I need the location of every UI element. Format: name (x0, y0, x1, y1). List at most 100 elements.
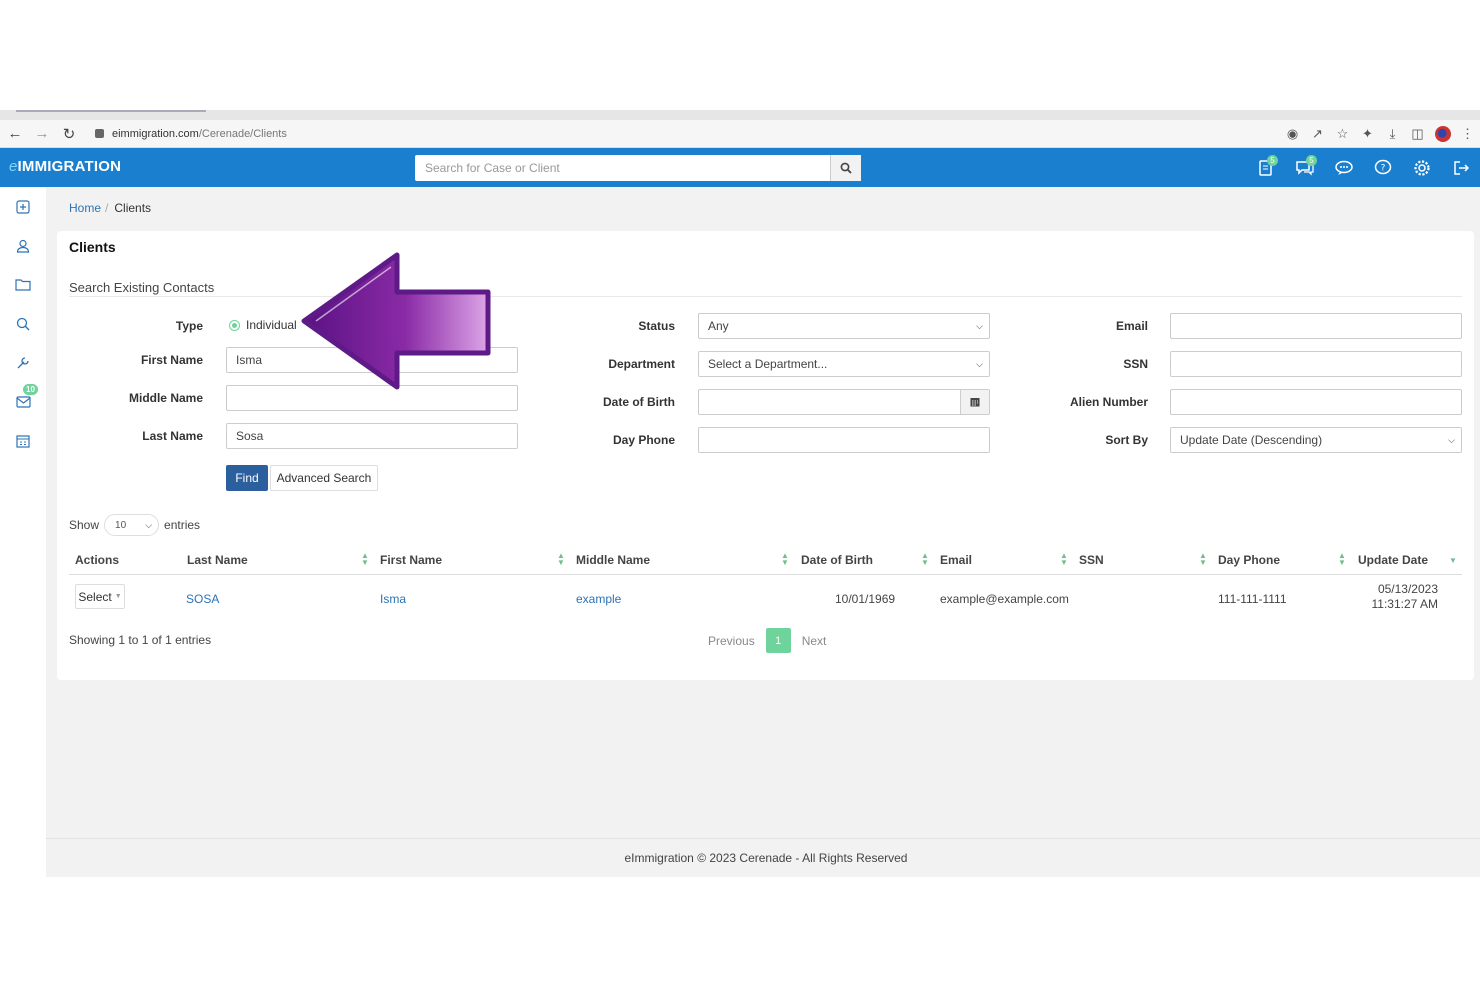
extensions-icon[interactable]: ✦ (1355, 122, 1380, 146)
profile-avatar[interactable] (1430, 122, 1455, 146)
share-icon[interactable]: ↗ (1305, 122, 1330, 146)
chevron-down-icon: ⌵ (1448, 434, 1455, 445)
calendar-icon[interactable] (0, 421, 46, 460)
advanced-search-button[interactable]: Advanced Search (270, 465, 378, 491)
row-first-name-link[interactable]: Isma (380, 592, 406, 606)
chevron-down-icon: ⌵ (976, 320, 983, 331)
sort-icon[interactable]: ▲ ▼ (781, 552, 789, 567)
sort-icon[interactable]: ▲ ▼ (1199, 552, 1207, 567)
chevron-down-icon: ⌵ (976, 358, 983, 369)
col-date-of-birth[interactable]: Date of Birth (801, 553, 873, 567)
breadcrumb-home[interactable]: Home (69, 201, 101, 215)
col-first-name[interactable]: First Name (380, 553, 442, 567)
type-individual-label: Individual (246, 318, 297, 332)
folder-icon[interactable] (0, 265, 46, 304)
alien-number-field[interactable] (1170, 389, 1462, 415)
forward-icon[interactable]: → (30, 122, 54, 146)
last-name-label: Last Name (142, 429, 203, 443)
ssn-field[interactable] (1170, 351, 1462, 377)
col-day-phone[interactable]: Day Phone (1218, 553, 1280, 567)
help-icon[interactable]: ? (1363, 148, 1402, 187)
search-input[interactable] (415, 155, 830, 181)
row-day-phone: 111-111-1111 (1218, 592, 1287, 606)
download-icon[interactable]: ⤓ (1380, 122, 1405, 146)
sort-desc-icon[interactable]: ▼ (1449, 557, 1457, 565)
alien-number-label: Alien Number (1069, 395, 1148, 409)
clients-card: Clients Search Existing Contacts Type In… (57, 231, 1474, 680)
section-divider (69, 296, 1462, 297)
sort-by-select[interactable]: Update Date (Descending) ⌵ (1170, 427, 1462, 453)
sms-icon[interactable] (1324, 148, 1363, 187)
url-host: eimmigration.com (112, 127, 199, 140)
sort-icon[interactable]: ▲ ▼ (1060, 552, 1068, 567)
status-select[interactable]: Any ⌵ (698, 313, 990, 339)
logout-icon[interactable] (1441, 148, 1480, 187)
row-update-date: 05/13/2023 11:31:27 AM (1371, 582, 1439, 611)
find-button[interactable]: Find (226, 465, 268, 491)
calendar-icon (970, 398, 980, 407)
first-name-label: First Name (140, 353, 203, 367)
browser-tabstrip (0, 110, 1480, 120)
sidepanel-icon[interactable]: ◫ (1405, 122, 1430, 146)
sort-icon[interactable]: ▲ ▼ (1338, 552, 1346, 567)
last-name-field[interactable]: Sosa (226, 423, 518, 449)
sort-icon[interactable]: ▲ ▼ (557, 552, 565, 567)
search-icon[interactable] (0, 304, 46, 343)
browser-tab[interactable] (16, 110, 206, 114)
department-select[interactable]: Select a Department... ⌵ (698, 351, 990, 377)
sort-icon[interactable]: ▲ ▼ (921, 552, 929, 567)
settings-icon[interactable] (1402, 148, 1441, 187)
col-email[interactable]: Email (940, 553, 972, 567)
menu-kebab-icon[interactable]: ⋮ (1455, 122, 1480, 146)
row-middle-name-link[interactable]: example (576, 592, 621, 606)
dob-label: Date of Birth (603, 395, 675, 409)
day-phone-field[interactable] (698, 427, 990, 453)
type-label: Type (175, 319, 203, 333)
app-header: eIMMIGRATION 5 5 ? (0, 148, 1480, 187)
sort-by-label: Sort By (1105, 433, 1148, 447)
row-actions-dropdown[interactable]: Select ▼ (75, 584, 125, 609)
back-icon[interactable]: ← (3, 122, 27, 146)
caret-down-icon: ▼ (114, 593, 122, 600)
dob-field[interactable] (698, 389, 990, 415)
ssn-label: SSN (1123, 357, 1148, 371)
forms-icon[interactable]: 5 (1246, 148, 1285, 187)
type-individual-radio[interactable]: Individual (229, 318, 297, 332)
search-button[interactable] (830, 155, 861, 181)
add-icon[interactable] (0, 187, 46, 226)
next-page-button[interactable]: Next (802, 634, 827, 648)
status-value: Any (708, 319, 729, 333)
col-middle-name[interactable]: Middle Name (576, 553, 650, 567)
eye-icon[interactable]: ◉ (1280, 122, 1305, 146)
reload-icon[interactable]: ↻ (57, 122, 81, 146)
breadcrumb-separator: / (105, 201, 109, 215)
col-ssn[interactable]: SSN (1079, 553, 1104, 567)
radio-selected-icon (229, 319, 240, 331)
status-label: Status (638, 319, 675, 333)
col-actions: Actions (75, 553, 120, 567)
messages-icon[interactable]: 5 (1285, 148, 1324, 187)
app-logo[interactable]: eIMMIGRATION (9, 158, 121, 175)
department-label: Department (608, 357, 675, 371)
page-1-button[interactable]: 1 (765, 628, 791, 653)
row-email: example@example.com (940, 592, 1069, 606)
row-last-name-link[interactable]: SOSA (186, 592, 219, 606)
left-sidebar: 10 (0, 187, 46, 877)
table-header: Actions Last Name ▲ ▼ First Name ▲ ▼ Middl… (69, 545, 1462, 575)
calendar-button[interactable] (960, 390, 989, 414)
address-bar[interactable]: eimmigration.com/Cerenade/Clients (95, 128, 287, 140)
table-row: Select ▼ SOSA Isma example 10/01/1969 exa… (69, 580, 1462, 620)
prev-page-button[interactable]: Previous (708, 634, 755, 648)
col-update-date[interactable]: Update Date (1358, 553, 1428, 567)
url-path: /Cerenade/Clients (198, 127, 287, 140)
sort-icon[interactable]: ▲ ▼ (361, 552, 369, 567)
breadcrumb-current: Clients (114, 201, 152, 215)
col-last-name[interactable]: Last Name (187, 553, 248, 567)
page-length-select[interactable]: 10 ⌵ (104, 514, 160, 536)
user-icon[interactable] (0, 226, 46, 265)
inbox-icon[interactable]: 10 (0, 382, 46, 421)
email-field[interactable] (1170, 313, 1462, 339)
email-label: Email (1115, 319, 1148, 333)
star-icon[interactable]: ☆ (1330, 122, 1355, 146)
wrench-icon[interactable] (0, 343, 46, 382)
